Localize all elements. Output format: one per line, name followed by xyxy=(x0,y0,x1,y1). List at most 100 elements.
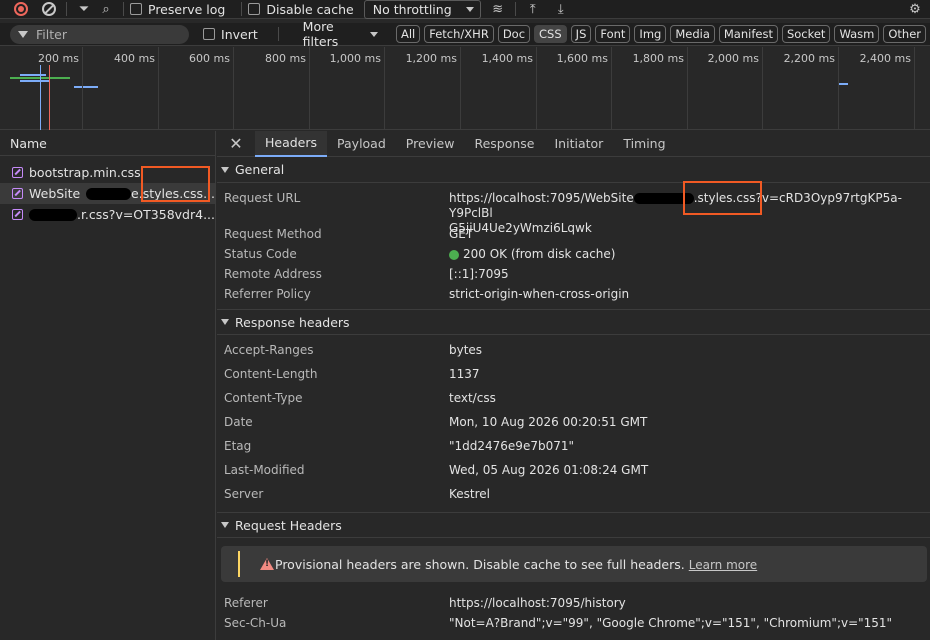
export-har-button[interactable]: ⤓ xyxy=(550,0,572,19)
header-value: https://localhost:7095/history xyxy=(449,596,626,610)
timeline-bar xyxy=(20,74,46,76)
tab-label: Payload xyxy=(337,136,386,151)
more-filters-label: More filters xyxy=(302,19,339,49)
header-key: Server xyxy=(224,487,264,501)
type-filter-socket[interactable]: Socket xyxy=(781,25,831,43)
tab-headers[interactable]: Headers xyxy=(255,131,328,157)
header-row: Content-Type text/css xyxy=(217,391,930,415)
warning-text: Provisional headers are shown. Disable c… xyxy=(275,557,685,572)
type-filter-doc[interactable]: Doc xyxy=(497,25,531,43)
dom-content-loaded-marker xyxy=(40,65,41,130)
tab-timing[interactable]: Timing xyxy=(613,131,675,157)
type-filter-font[interactable]: Font xyxy=(595,25,631,43)
preserve-log-checkbox[interactable]: Preserve log xyxy=(130,2,225,17)
checkbox-box[interactable] xyxy=(130,3,142,15)
highlight-box-request-name xyxy=(141,166,210,202)
type-filter-wasm[interactable]: Wasm xyxy=(834,25,880,43)
checkbox-box[interactable] xyxy=(203,28,216,40)
toolbar-divider xyxy=(66,2,67,16)
header-row: Content-Length 1137 xyxy=(217,367,930,391)
header-key: Etag xyxy=(224,439,252,453)
toolbar-divider xyxy=(241,2,243,16)
referrer-policy-row: Referrer Policy strict-origin-when-cross-… xyxy=(217,287,930,309)
tab-payload[interactable]: Payload xyxy=(327,131,396,157)
filter-input[interactable]: Filter xyxy=(10,24,190,44)
timeline-gridline xyxy=(611,47,612,130)
type-filter-other[interactable]: Other xyxy=(883,25,926,43)
header-key: Content-Type xyxy=(224,391,303,405)
type-filter-media[interactable]: Media xyxy=(670,25,715,43)
request-row[interactable]: .r.css?v=OT358vdr4... xyxy=(0,204,215,225)
timeline-gridline xyxy=(309,47,310,130)
timeline-bar xyxy=(20,80,50,82)
section-title: Response headers xyxy=(235,314,350,330)
header-value: 1137 xyxy=(449,367,480,381)
header-value: strict-origin-when-cross-origin xyxy=(449,287,630,301)
search-button[interactable]: ⌕ xyxy=(95,0,117,19)
header-key: Remote Address xyxy=(224,267,322,281)
more-filters-dropdown[interactable]: More filters xyxy=(303,19,378,49)
toolbar-divider xyxy=(514,2,516,16)
tab-response[interactable]: Response xyxy=(464,131,544,157)
request-name-suffix: .r.css?v=OT358vdr4... xyxy=(76,207,215,222)
tab-preview[interactable]: Preview xyxy=(396,131,465,157)
header-value: Mon, 10 Aug 2026 00:20:51 GMT xyxy=(449,415,648,429)
timeline-overview[interactable]: 200 ms 400 ms 600 ms 800 ms 1,000 ms 1,200 ms… xyxy=(0,47,930,130)
name-column-header[interactable]: Name xyxy=(0,131,215,156)
learn-more-link[interactable]: Learn more xyxy=(689,558,757,572)
response-headers-section-header[interactable]: Response headers xyxy=(217,309,930,335)
status-code-row: Status Code 200 OK (from disk cache) xyxy=(217,247,930,267)
record-button[interactable] xyxy=(10,0,32,19)
upload-icon: ⤒ xyxy=(529,1,536,17)
header-key: Referrer Policy xyxy=(224,287,311,301)
provisional-headers-warning: Provisional headers are shown. Disable c… xyxy=(221,546,927,582)
invert-checkbox[interactable]: Invert xyxy=(203,27,258,42)
filter-funnel-icon xyxy=(18,30,28,38)
filter-toggle-button[interactable]: ⏷ xyxy=(73,0,95,19)
settings-button[interactable]: ⚙ xyxy=(904,0,926,19)
header-key: Sec-Ch-Ua xyxy=(224,616,287,630)
clear-button[interactable] xyxy=(38,0,60,19)
tab-initiator[interactable]: Initiator xyxy=(545,131,614,157)
section-title: General xyxy=(235,162,285,177)
type-filter-js[interactable]: JS xyxy=(570,25,592,43)
type-filter-img[interactable]: Img xyxy=(634,25,667,43)
header-value: Kestrel xyxy=(449,487,490,501)
timeline-gridline xyxy=(762,47,763,130)
timeline-tick-label: 2,400 ms xyxy=(859,52,911,65)
timeline-gridline xyxy=(460,47,461,130)
type-filter-all[interactable]: All xyxy=(395,25,421,43)
tab-label: Preview xyxy=(405,136,455,151)
checkbox-box[interactable] xyxy=(248,3,261,15)
header-row: Etag "1dd2476e9e7b071" xyxy=(217,439,930,463)
timeline-gridline xyxy=(233,47,234,130)
disable-cache-checkbox[interactable]: Disable cache xyxy=(248,2,354,17)
gear-icon: ⚙ xyxy=(909,1,921,17)
warning-accent-bar xyxy=(238,551,240,577)
network-conditions-button[interactable]: ≋ xyxy=(487,0,509,19)
chevron-down-icon xyxy=(369,31,378,37)
header-value: "Not=A?Brand";v="99", "Google Chrome";v=… xyxy=(449,616,893,630)
request-headers-section-header[interactable]: Request Headers xyxy=(217,512,930,538)
chevron-down-icon xyxy=(465,6,474,12)
type-filter-manifest[interactable]: Manifest xyxy=(718,25,778,43)
header-key: Content-Length xyxy=(224,367,318,381)
timeline-bar xyxy=(838,83,848,85)
timeline-gridline xyxy=(536,47,537,130)
search-icon: ⌕ xyxy=(102,1,110,17)
redaction-mask xyxy=(86,187,132,200)
status-text: 200 OK (from disk cache) xyxy=(463,247,616,261)
type-filter-fetch-xhr[interactable]: Fetch/XHR xyxy=(424,25,494,43)
throttling-select[interactable]: No throttling xyxy=(363,0,481,19)
header-value: [::1]:7095 xyxy=(449,267,509,281)
timeline-tick-label: 2,200 ms xyxy=(783,52,835,65)
header-value: "1dd2476e9e7b071" xyxy=(449,439,575,453)
close-details-button[interactable]: ✕ xyxy=(217,134,255,153)
type-filter-css[interactable]: CSS xyxy=(534,25,567,43)
toolbar-divider xyxy=(123,2,124,16)
response-headers-list: Accept-Ranges bytes Content-Length 1137 Cont… xyxy=(217,343,930,511)
general-section-header[interactable]: General xyxy=(217,157,930,183)
import-har-button[interactable]: ⤒ xyxy=(522,0,544,19)
header-key: Request URL xyxy=(224,191,301,205)
timeline-tick-label: 1,000 ms xyxy=(329,52,381,65)
